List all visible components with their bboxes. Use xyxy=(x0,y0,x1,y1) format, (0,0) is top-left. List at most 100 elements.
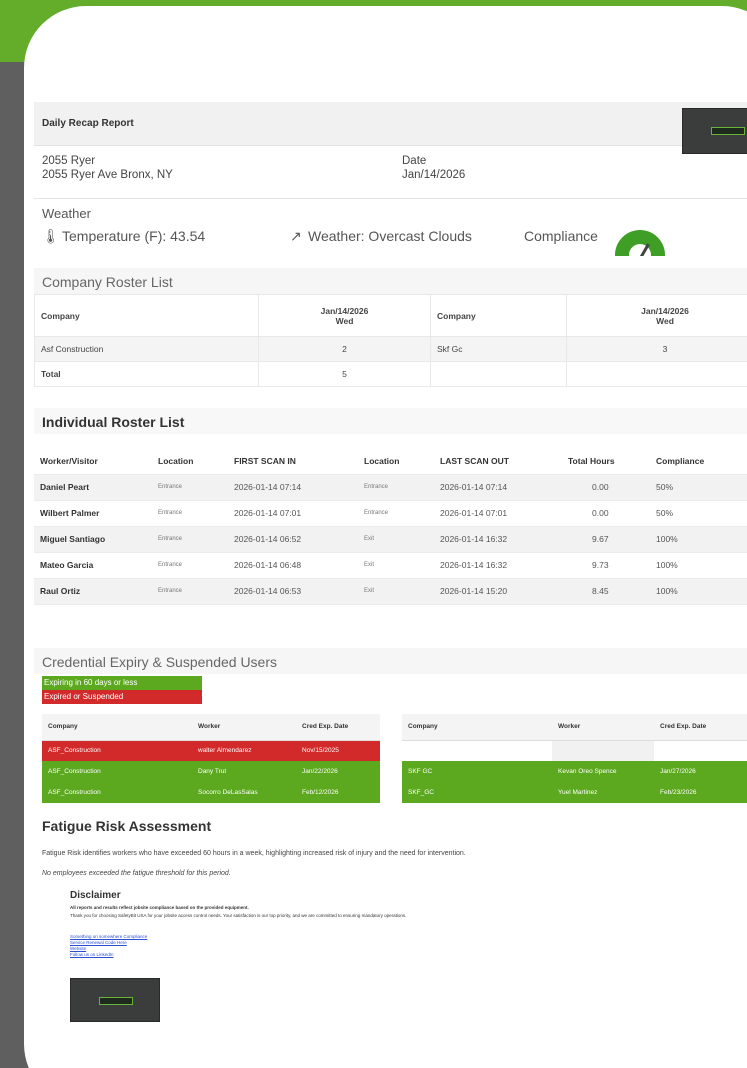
address-line1: 2055 Ryer xyxy=(42,155,96,167)
date-value: Jan/14/2026 xyxy=(402,169,466,181)
company-cell: ASF_Construction xyxy=(48,768,101,775)
table-row: SKF GC Kevan Oreo Spence Jan/27/2026 xyxy=(402,761,747,782)
compliance-gauge-icon xyxy=(612,228,668,256)
temperature-value: Temperature (F): 43.54 xyxy=(62,228,206,244)
credentials-table-right: Company Worker Cred Exp. Date SKF GC Kev… xyxy=(402,714,747,803)
first-scan: 2026-01-14 07:14 xyxy=(228,474,358,501)
col-worker: Worker xyxy=(552,714,654,741)
worker-cell: Kevan Oreo Spence xyxy=(558,768,617,775)
date-cell: Nov/15/2025 xyxy=(302,747,339,755)
compliance-value: 100% xyxy=(650,552,747,579)
date-cell: Feb/23/2026 xyxy=(660,789,697,796)
last-scan: 2026-01-14 07:01 xyxy=(434,500,562,527)
worker-cell: Dany Trut xyxy=(198,768,227,775)
col-company: Company xyxy=(402,714,552,741)
location-in: Entrance xyxy=(152,474,228,501)
location-out: Entrance xyxy=(358,474,434,501)
total-hours: 8.45 xyxy=(562,578,650,605)
logo-mark-icon xyxy=(99,997,133,1005)
fatigue-result: No employees exceeded the fatigue thresh… xyxy=(42,870,231,877)
location-out: Exit xyxy=(358,552,434,579)
count-cell: 3 xyxy=(566,336,747,362)
location-in: Entrance xyxy=(152,578,228,605)
worker-name: Miguel Santiago xyxy=(34,526,152,553)
table-row: Mateo Garcia Entrance 2026-01-14 06:48 E… xyxy=(34,552,747,579)
company-cell xyxy=(430,361,567,387)
location-out: Exit xyxy=(358,526,434,553)
date-cell xyxy=(654,740,747,761)
company-cell xyxy=(402,740,552,761)
col-date-2: Jan/14/2026 Wed xyxy=(566,294,747,337)
first-scan: 2026-01-14 06:48 xyxy=(228,552,358,579)
last-scan: 2026-01-14 15:20 xyxy=(434,578,562,605)
date-cell: Feb/12/2026 xyxy=(302,789,339,796)
total-hours: 9.67 xyxy=(562,526,650,553)
location-in: Entrance xyxy=(152,500,228,527)
gauge-needle xyxy=(639,243,650,256)
worker-cell: Yuel Martinez xyxy=(558,789,598,796)
company-cell: ASF_Construction xyxy=(48,747,101,755)
individual-roster-title: Individual Roster List xyxy=(34,408,747,434)
table-row: ASF_Construction walter Almendarez Nov/1… xyxy=(42,740,380,761)
location-in: Entrance xyxy=(152,552,228,579)
first-scan: 2026-01-14 06:52 xyxy=(228,526,358,553)
legend-expired: Expired or Suspended xyxy=(42,690,202,704)
worker-name: Mateo Garcia xyxy=(34,552,152,579)
date-cell: Jan/22/2026 xyxy=(302,768,338,775)
disclaimer-text-1: All reports and results reflect jobsite … xyxy=(70,905,249,910)
fatigue-title: Fatigue Risk Assessment xyxy=(34,812,747,838)
col-worker: Worker xyxy=(192,714,296,741)
table-row-total: Total 5 xyxy=(34,361,747,387)
location-in: Entrance xyxy=(152,526,228,553)
col-compliance: Compliance xyxy=(650,448,747,475)
company-logo xyxy=(682,108,747,154)
compliance-value: 100% xyxy=(650,578,747,605)
table-row: Wilbert Palmer Entrance 2026-01-14 07:01… xyxy=(34,500,747,527)
weather-title: Weather xyxy=(42,206,91,221)
table-row: SKF_GC Yuel Martinez Feb/23/2026 xyxy=(402,782,747,803)
weather-conditions: Weather: Overcast Clouds xyxy=(308,228,472,244)
date-cell: Jan/27/2026 xyxy=(660,768,696,775)
total-hours: 0.00 xyxy=(562,474,650,501)
worker-name: Daniel Peart xyxy=(34,474,152,501)
company-cell: SKF GC xyxy=(408,768,433,775)
col-cred-date: Cred Exp. Date xyxy=(296,714,380,741)
table-row: Asf Construction 2 Skf Gc 3 xyxy=(34,336,747,362)
company-roster-table: Company Jan/14/2026 Wed Company Jan/14/20… xyxy=(34,294,747,387)
table-header-row: Company Jan/14/2026 Wed Company Jan/14/20… xyxy=(34,294,747,337)
last-scan: 2026-01-14 07:14 xyxy=(434,474,562,501)
company-cell: ASF_Construction xyxy=(48,789,101,796)
col-location-in: Location xyxy=(152,448,228,475)
report-page: Daily Recap Report 2055 Ryer 2055 Ryer A… xyxy=(34,102,747,1068)
table-row: Raul Ortiz Entrance 2026-01-14 06:53 Exi… xyxy=(34,578,747,605)
col-company: Company xyxy=(34,294,259,337)
table-row: ASF_Construction Dany Trut Jan/22/2026 xyxy=(42,761,380,782)
table-row: ASF_Construction Socorro DeLasSalas Feb/… xyxy=(42,782,380,803)
compliance-value: 50% xyxy=(650,500,747,527)
total-count: 5 xyxy=(258,361,431,387)
worker-cell: Socorro DeLasSalas xyxy=(198,789,258,796)
link-linkedin[interactable]: Follow us on LinkedIn xyxy=(70,952,470,958)
first-scan: 2026-01-14 06:53 xyxy=(228,578,358,605)
first-scan: 2026-01-14 07:01 xyxy=(228,500,358,527)
report-title: Daily Recap Report xyxy=(42,118,134,129)
table-row xyxy=(402,740,747,761)
last-scan: 2026-01-14 16:32 xyxy=(434,552,562,579)
company-cell: SKF_GC xyxy=(408,789,435,796)
report-card: Daily Recap Report 2055 Ryer 2055 Ryer A… xyxy=(24,6,747,1068)
count-cell: 2 xyxy=(258,336,431,362)
col-first-scan: FIRST SCAN IN xyxy=(228,448,358,475)
thermometer-icon: 🌡 xyxy=(42,228,60,244)
credentials-title: Credential Expiry & Suspended Users xyxy=(34,648,747,674)
total-hours: 0.00 xyxy=(562,500,650,527)
individual-roster-table: Worker/Visitor Location FIRST SCAN IN Lo… xyxy=(34,448,747,605)
address-line2: 2055 Ryer Ave Bronx, NY xyxy=(42,169,173,181)
report-date: Date Jan/14/2026 xyxy=(402,154,465,182)
col-total-hours: Total Hours xyxy=(562,448,650,475)
site-address: 2055 Ryer 2055 Ryer Ave Bronx, NY xyxy=(42,154,173,182)
count-cell xyxy=(566,361,747,387)
disclaimer-title: Disclaimer xyxy=(70,890,121,901)
worker-cell xyxy=(552,740,654,761)
divider xyxy=(34,198,747,199)
col-company-2: Company xyxy=(430,294,567,337)
